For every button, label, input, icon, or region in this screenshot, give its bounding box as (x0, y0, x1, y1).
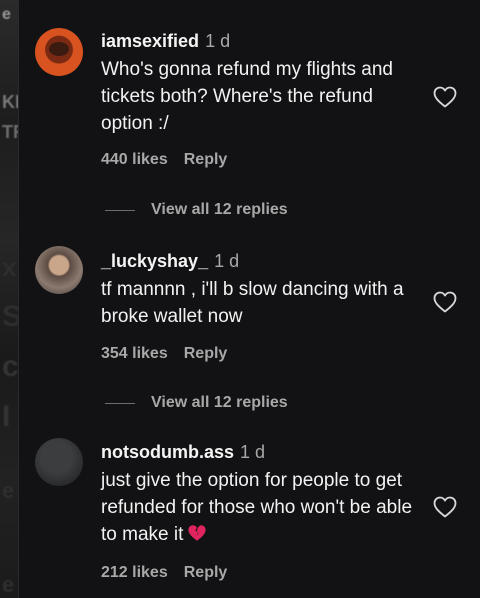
comment-meta: 440 likes Reply (101, 151, 227, 169)
background-fragment: I (2, 400, 11, 433)
avatar[interactable] (35, 28, 83, 76)
heart-outline-icon[interactable] (433, 496, 457, 518)
heart-outline-icon[interactable] (433, 86, 457, 108)
broken-heart-icon (187, 523, 207, 550)
background-fragment: x (2, 252, 17, 282)
comment-text: just give the option for people to get r… (101, 467, 419, 550)
comment-username[interactable]: iamsexified (101, 31, 199, 51)
background-fragment: e (2, 6, 11, 23)
likes-count[interactable]: 354 likes (101, 345, 168, 362)
divider (105, 402, 135, 404)
avatar[interactable] (35, 246, 83, 294)
reply-button[interactable]: Reply (184, 345, 228, 362)
comment-username[interactable]: _luckyshay_ (101, 251, 208, 271)
comment-time: 1 d (240, 442, 266, 462)
reply-button[interactable]: Reply (184, 564, 228, 581)
background-fragment: e (2, 478, 15, 503)
avatar[interactable] (35, 438, 83, 486)
likes-count[interactable]: 440 likes (101, 151, 168, 168)
heart-outline-icon[interactable] (433, 291, 457, 313)
comment-meta: 212 likes Reply (101, 564, 227, 582)
likes-count[interactable]: 212 likes (101, 564, 168, 581)
comment-text: tf mannnn , i'll b slow dancing with a b… (101, 279, 404, 327)
comments-sheet: iamsexified 1 d Who's gonna refund my fli… (18, 0, 480, 598)
background-fragment: e (2, 572, 15, 597)
divider (105, 209, 135, 211)
view-replies-label: View all 12 replies (151, 201, 288, 218)
view-replies-button[interactable]: View all 12 replies (105, 394, 288, 412)
comment-text: Who's gonna refund my flights and ticket… (101, 59, 393, 134)
comments-screen: e KE TR x S c I e e iamsexified 1 d Who's… (0, 0, 480, 598)
background-fragment: c (2, 350, 19, 383)
comment-username[interactable]: notsodumb.ass (101, 442, 234, 462)
view-replies-button[interactable]: View all 12 replies (105, 201, 288, 219)
comment-time: 1 d (214, 251, 240, 271)
comment-text-content: just give the option for people to get r… (101, 470, 413, 545)
view-replies-label: View all 12 replies (151, 394, 288, 411)
comment-time: 1 d (205, 31, 231, 51)
comment-meta: 354 likes Reply (101, 345, 227, 363)
reply-button[interactable]: Reply (184, 151, 228, 168)
